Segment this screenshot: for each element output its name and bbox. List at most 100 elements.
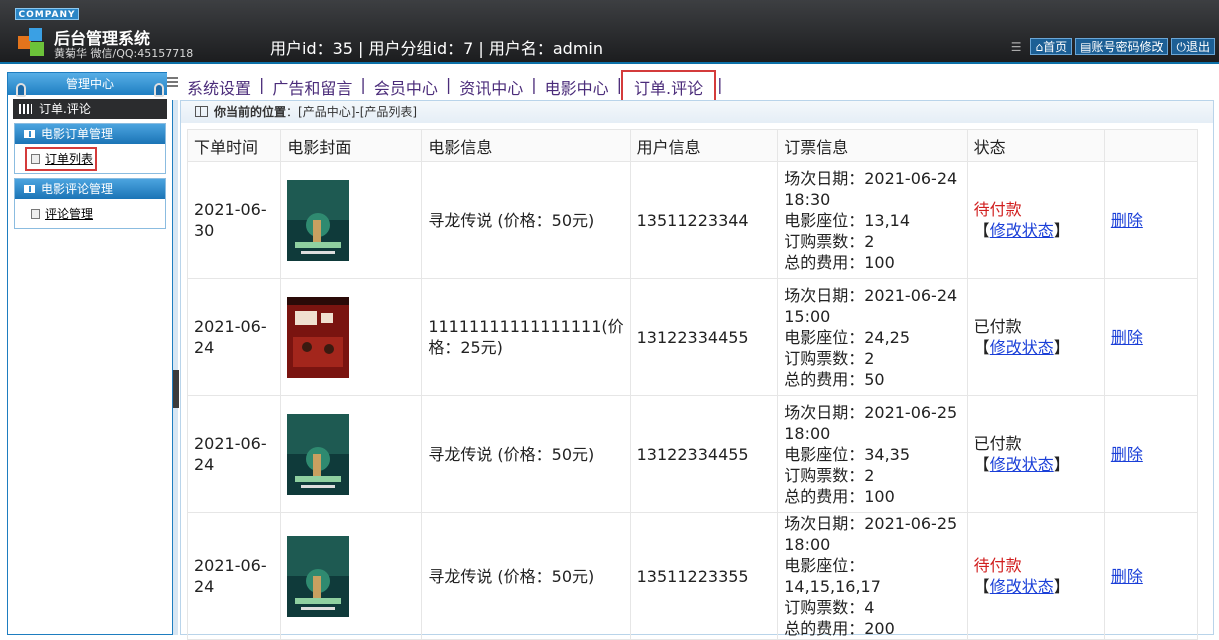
sidebar-group-header[interactable]: 电影订单管理 <box>15 124 165 144</box>
tab-ads-messages[interactable]: 广告和留言 <box>264 75 360 99</box>
author-info: 黄菊华 微信/QQ:45157718 <box>54 47 194 60</box>
cube-logo-icon <box>18 28 44 56</box>
sidebar-item-label: 订单列表 <box>45 152 94 166</box>
movie-info: 11111111111111111(价格：25元) <box>421 278 631 396</box>
home-button[interactable]: ⌂首页 <box>1030 38 1073 55</box>
ticket-count: 订购票数：2 <box>784 231 875 251</box>
tab-movie-center[interactable]: 电影中心 <box>537 75 617 99</box>
delete-link[interactable]: 删除 <box>1111 567 1143 586</box>
account-password-button[interactable]: ▤账号密码修改 <box>1075 38 1169 55</box>
menu-icon: ☰ <box>1010 39 1022 54</box>
list-icon: ▤ <box>1080 40 1092 54</box>
document-icon <box>31 154 40 164</box>
ticket-info: 场次日期：2021-06-25 18:00 电影座位：34,35 订购票数：2 … <box>777 395 968 513</box>
sidebar-group-header[interactable]: 电影评论管理 <box>15 179 165 199</box>
seats: 电影座位：14,15,16,17 <box>784 556 881 596</box>
seats: 电影座位：13,14 <box>784 210 911 230</box>
user-info: 用户id：35 | 用户分组id：7 | 用户名：admin <box>270 39 604 58</box>
modify-status-wrap: 【修改状态】 <box>973 338 1070 357</box>
user-info-cell: 13511223344 <box>629 161 779 279</box>
ticket-info: 场次日期：2021-06-24 18:30 电影座位：13,14 订购票数：2 … <box>777 161 968 279</box>
movie-info: 寻龙传说 (价格：50元) <box>421 161 631 279</box>
total-cost: 总的费用：100 <box>784 252 895 272</box>
orders-table: 下单时间 电影封面 电影信息 用户信息 订票信息 状态 2021-06-30 寻… <box>186 129 1199 640</box>
menu-icon <box>167 77 178 89</box>
sidebar-group-body: 评论管理 <box>15 199 165 228</box>
status-text: 待付款 <box>973 556 1022 575</box>
ticket-count: 订购票数：2 <box>784 465 875 485</box>
col-header-movie-info: 电影信息 <box>421 129 631 162</box>
user-info-cell: 13511223355 <box>629 512 779 640</box>
movie-poster-image <box>287 413 350 495</box>
pin-icon <box>16 83 26 97</box>
total-cost: 总的费用：50 <box>784 369 885 389</box>
header-links: ☰ ⌂首页 ▤账号密码修改 ⏻退出 <box>1011 38 1215 55</box>
tab-news-center[interactable]: 资讯中心 <box>451 75 531 99</box>
ticket-info: 场次日期：2021-06-24 15:00 电影座位：24,25 订购票数：2 … <box>777 278 968 396</box>
actions-cell: 删除 <box>1103 161 1199 279</box>
col-header-cover: 电影封面 <box>280 129 423 162</box>
table-row: 2021-06-24 寻龙传说 (价格：50元) 13511223355 场次日… <box>186 512 1199 640</box>
delete-link[interactable]: 删除 <box>1111 211 1143 230</box>
order-time: 2021-06-24 <box>186 512 282 640</box>
movie-poster-image <box>287 296 350 378</box>
company-badge: COMPANY <box>15 8 79 20</box>
modify-status-link[interactable]: 修改状态 <box>990 577 1054 596</box>
status-text: 已付款 <box>973 434 1022 453</box>
col-header-actions <box>1103 129 1199 162</box>
sidebar-item-label: 评论管理 <box>45 207 94 221</box>
table-row: 2021-06-24 11111111111111111(价格：25元) 131… <box>186 278 1199 396</box>
modify-status-link[interactable]: 修改状态 <box>990 338 1054 357</box>
show-date: 场次日期：2021-06-25 18:00 <box>784 514 958 554</box>
delete-link[interactable]: 删除 <box>1111 445 1143 464</box>
order-time: 2021-06-30 <box>186 161 282 279</box>
top-nav: 系统设置 | 广告和留言 | 会员中心 | 资讯中心 | 电影中心 | 订单.评论 | <box>167 68 1219 104</box>
book-icon <box>24 130 35 138</box>
logout-label: 退出 <box>1185 40 1210 54</box>
modify-status-link[interactable]: 修改状态 <box>990 221 1054 240</box>
show-date: 场次日期：2021-06-25 18:00 <box>784 402 958 443</box>
col-header-user-info: 用户信息 <box>629 129 779 162</box>
home-label: 首页 <box>1043 40 1068 54</box>
tab-system-settings[interactable]: 系统设置 <box>179 75 259 99</box>
cover-cell <box>280 161 423 279</box>
movie-info: 寻龙传说 (价格：50元) <box>421 512 631 640</box>
delete-link[interactable]: 删除 <box>1111 328 1143 347</box>
col-header-status: 状态 <box>966 129 1105 162</box>
col-header-ticket-info: 订票信息 <box>777 129 968 162</box>
sidebar-group-comments: 电影评论管理 评论管理 <box>14 178 166 229</box>
actions-cell: 删除 <box>1103 395 1199 513</box>
nav-items: 系统设置 | 广告和留言 | 会员中心 | 资讯中心 | 电影中心 | 订单.评论 | <box>179 70 723 104</box>
col-header-order-time: 下单时间 <box>186 129 282 162</box>
tab-orders-comments[interactable]: 订单.评论 <box>621 70 717 104</box>
user-info-cell: 13122334455 <box>629 395 779 513</box>
sidebar-group-body: 订单列表 <box>15 144 165 173</box>
modify-status-wrap: 【修改状态】 <box>973 455 1070 474</box>
status-cell: 待付款 【修改状态】 <box>966 161 1105 279</box>
seats: 电影座位：34,35 <box>784 444 911 464</box>
modify-status-link[interactable]: 修改状态 <box>990 455 1054 474</box>
status-cell: 待付款 【修改状态】 <box>966 512 1105 640</box>
power-icon: ⏻ <box>1176 40 1186 54</box>
movie-info: 寻龙传说 (价格：50元) <box>421 395 631 513</box>
total-cost: 总的费用：100 <box>784 486 895 506</box>
seats: 电影座位：24,25 <box>784 327 911 347</box>
collapse-arrow-icon[interactable] <box>173 370 179 408</box>
sidebar-splitter[interactable] <box>173 72 179 635</box>
ticket-info: 场次日期：2021-06-25 18:00 电影座位：14,15,16,17 订… <box>777 512 968 640</box>
sidebar-item-comment-manage[interactable]: 评论管理 <box>29 206 93 222</box>
top-header: COMPANY 后台管理系统 黄菊华 微信/QQ:45157718 用户id：3… <box>0 0 1219 64</box>
ticket-count: 订购票数：2 <box>784 348 875 368</box>
show-date: 场次日期：2021-06-24 15:00 <box>784 285 958 326</box>
pin-icon <box>154 83 164 97</box>
account-label: 账号密码修改 <box>1091 40 1164 54</box>
sidebar-current-section: 订单.评论 <box>13 99 167 119</box>
sidebar-item-order-list[interactable]: 订单列表 <box>24 147 98 171</box>
tab-member-center[interactable]: 会员中心 <box>366 75 446 99</box>
status-cell: 已付款 【修改状态】 <box>966 278 1105 396</box>
sidebar-title: 管理中心 <box>8 73 172 97</box>
nav-separator: | <box>717 75 723 94</box>
logout-button[interactable]: ⏻退出 <box>1171 38 1215 55</box>
cover-cell <box>280 395 423 513</box>
status-cell: 已付款 【修改状态】 <box>966 395 1105 513</box>
